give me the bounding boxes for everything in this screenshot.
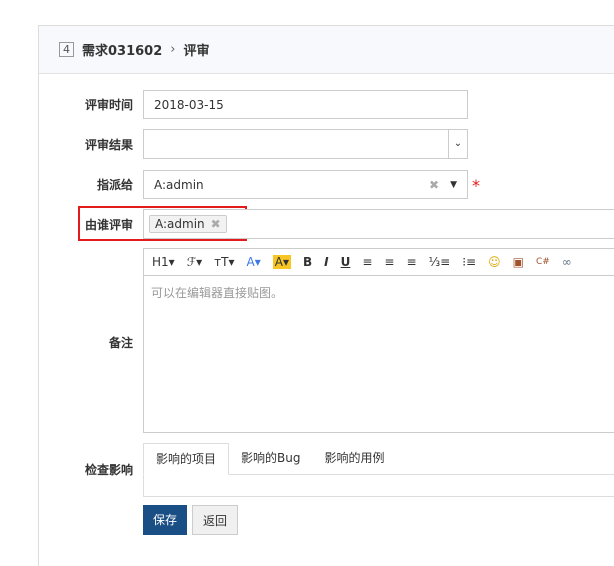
code-icon[interactable]: C# xyxy=(536,257,550,267)
review-date-input[interactable]: 2018-03-15 xyxy=(143,90,468,119)
reviewed-by-multiselect[interactable]: A:admin ✖ xyxy=(143,209,614,239)
assigned-to-select[interactable]: A:admin ✖ ▼ xyxy=(143,170,468,199)
clear-icon[interactable]: ✖ xyxy=(429,178,439,192)
story-title[interactable]: 需求031602 xyxy=(82,40,162,59)
assigned-to-label: 指派给 xyxy=(96,178,133,192)
required-mark: * xyxy=(472,176,480,195)
review-result-label: 评审结果 xyxy=(84,138,133,152)
tab-affected-cases[interactable]: 影响的用例 xyxy=(312,443,396,474)
align-left-icon[interactable]: ≡ xyxy=(362,255,372,269)
comment-label: 备注 xyxy=(108,336,133,350)
tab-bar: 影响的项目 影响的Bug 影响的用例 xyxy=(143,443,614,475)
emoticon-icon[interactable]: ☺ xyxy=(488,255,501,269)
italic-button[interactable]: I xyxy=(324,255,328,269)
reviewed-by-label: 由谁评审 xyxy=(84,218,133,232)
back-button[interactable]: 返回 xyxy=(192,505,239,535)
impact-tabs: 影响的项目 影响的Bug 影响的用例 xyxy=(143,443,614,497)
tab-affected-bugs[interactable]: 影响的Bug xyxy=(229,443,312,474)
font-size-button[interactable]: ᴛT▾ xyxy=(214,255,234,269)
align-center-icon[interactable]: ≡ xyxy=(384,255,394,269)
tab-affected-projects[interactable]: 影响的项目 xyxy=(143,443,230,475)
heading-button[interactable]: H1▾ xyxy=(152,255,175,269)
unordered-list-icon[interactable]: ⁝≡ xyxy=(462,255,476,269)
ordered-list-icon[interactable]: ⅓≡ xyxy=(429,255,451,269)
caret-down-icon: ▼ xyxy=(450,179,457,190)
font-color-button[interactable]: A▾ xyxy=(247,255,261,269)
breadcrumb-separator: › xyxy=(170,42,176,57)
impact-label: 检查影响 xyxy=(84,463,133,477)
comment-editor[interactable]: H1▾ ℱ▾ ᴛT▾ A▾ A▾ B I U ≡ ≡ ≡ ⅓≡ ⁝≡ ☺ ▣ C… xyxy=(143,248,614,433)
tab-content xyxy=(143,475,614,497)
selected-value: A:admin xyxy=(154,177,204,192)
chevron-down-icon: ⌄ xyxy=(448,130,467,158)
page-header: 4 需求031602 › 评审 xyxy=(39,26,614,74)
image-icon[interactable]: ▣ xyxy=(513,255,524,269)
reviewer-chip: A:admin ✖ xyxy=(149,215,227,233)
review-date-label: 评审时间 xyxy=(84,98,133,112)
link-icon[interactable]: ∞ xyxy=(562,255,572,269)
review-result-select[interactable]: ⌄ xyxy=(143,129,468,159)
underline-button[interactable]: U xyxy=(341,255,351,269)
story-id-badge: 4 xyxy=(59,42,74,57)
editor-toolbar: H1▾ ℱ▾ ᴛT▾ A▾ A▾ B I U ≡ ≡ ≡ ⅓≡ ⁝≡ ☺ ▣ C… xyxy=(144,249,614,276)
font-family-button[interactable]: ℱ▾ xyxy=(187,255,202,269)
bold-button[interactable]: B xyxy=(303,255,312,269)
page-title: 评审 xyxy=(183,44,210,59)
align-right-icon[interactable]: ≡ xyxy=(406,255,416,269)
chip-label: A:admin xyxy=(155,217,205,231)
editor-placeholder: 可以在编辑器直接贴图。 xyxy=(151,286,284,300)
remove-chip-icon[interactable]: ✖ xyxy=(211,217,221,231)
highlight-color-button[interactable]: A▾ xyxy=(272,255,291,269)
save-button[interactable]: 保存 xyxy=(143,505,188,535)
